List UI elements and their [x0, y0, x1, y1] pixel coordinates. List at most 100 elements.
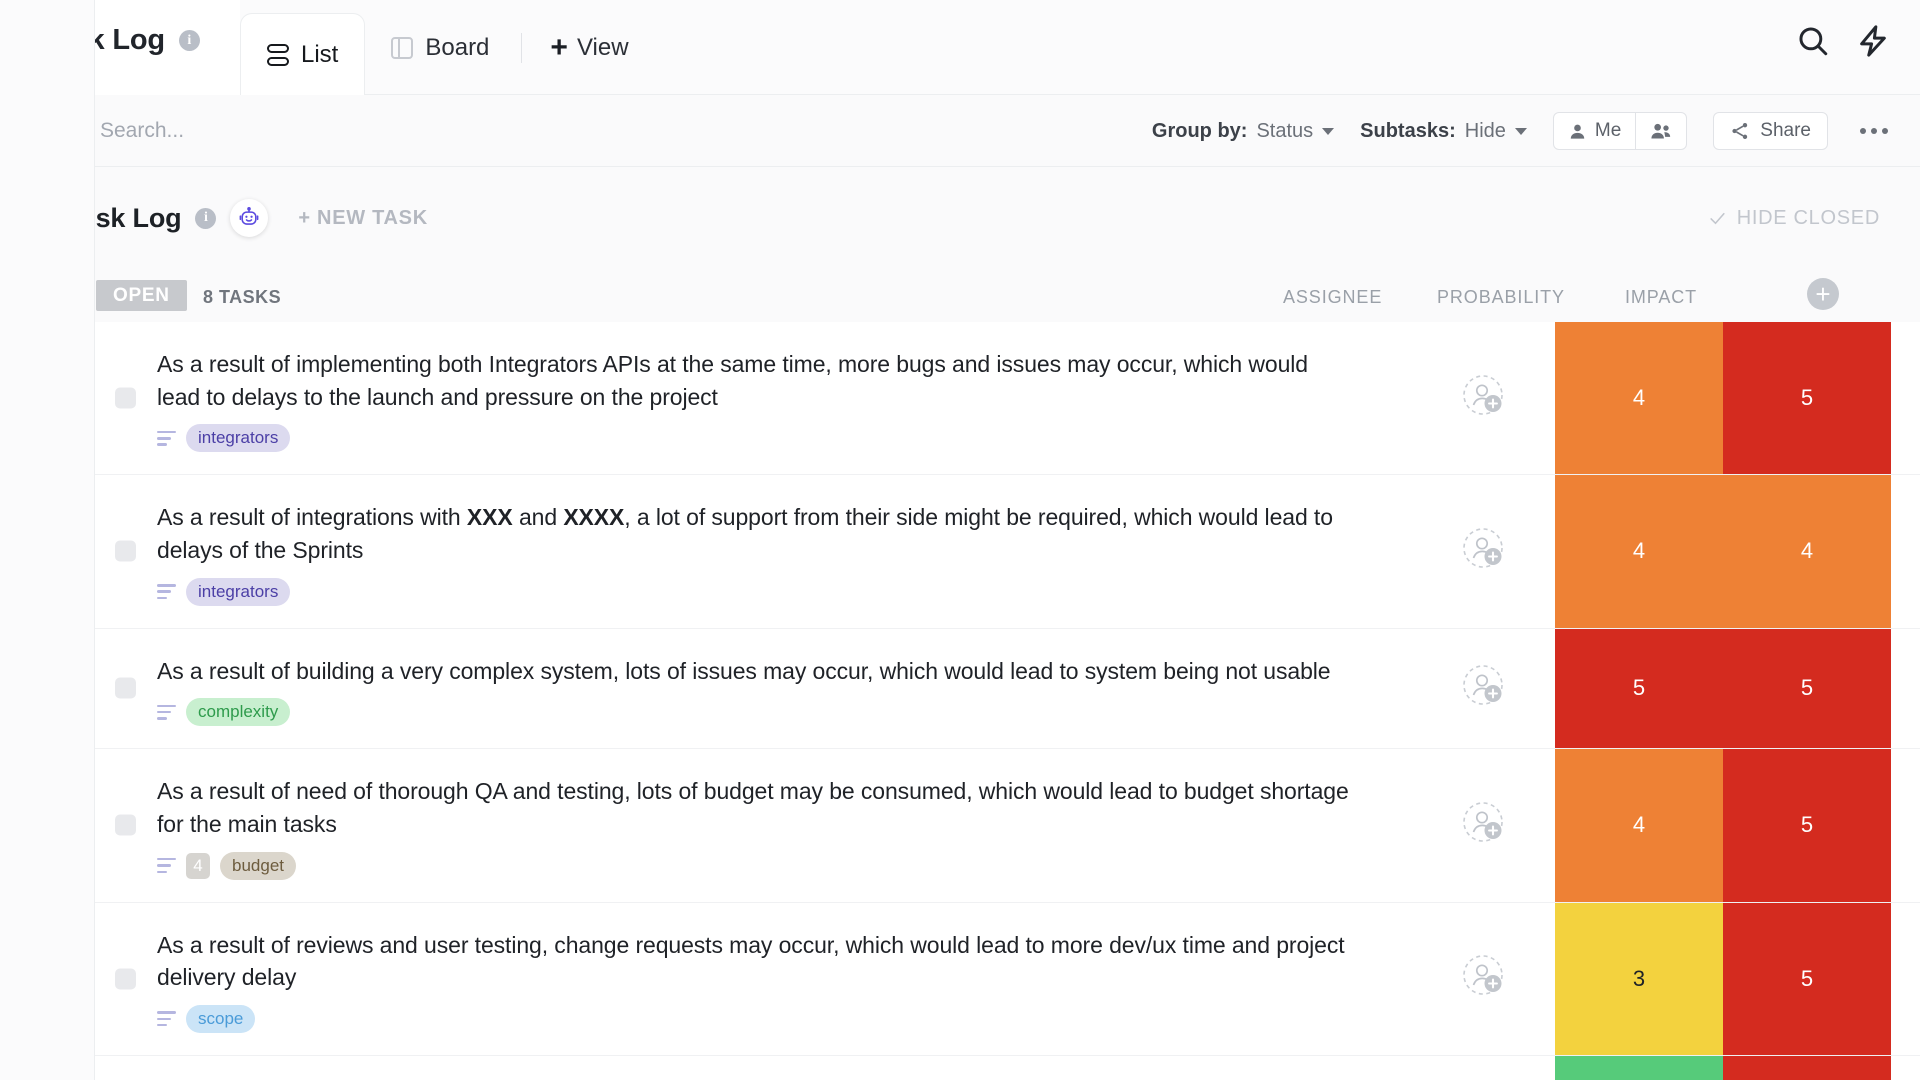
add-column-button[interactable]: +: [1807, 278, 1839, 310]
task-meta: integrators: [157, 578, 1412, 628]
group-header: OPEN 8 TASKS ASSIGNEE PROBABILITY IMPACT: [0, 267, 1920, 322]
row-tail: [1891, 629, 1920, 749]
table-row[interactable]: As a result of integrations with XXX and…: [95, 475, 1920, 628]
info-icon[interactable]: i: [195, 208, 216, 229]
task-checkbox[interactable]: [115, 968, 136, 989]
left-sidebar-rail: [0, 0, 95, 1080]
new-task-button[interactable]: + NEW TASK: [298, 207, 427, 230]
subtask-count-badge[interactable]: 4: [186, 853, 210, 879]
probability-cell[interactable]: 4: [1555, 475, 1723, 627]
task-cell[interactable]: As a result of Migrating all the existin…: [95, 1056, 1412, 1080]
impact-cell[interactable]: 5: [1723, 629, 1891, 749]
info-icon[interactable]: i: [179, 30, 200, 51]
description-icon: [157, 1011, 176, 1026]
lightning-bolt-icon[interactable]: [1856, 24, 1890, 58]
task-checkbox[interactable]: [115, 815, 136, 836]
probability-cell[interactable]: 3: [1555, 903, 1723, 1055]
impact-cell[interactable]: 5: [1723, 322, 1891, 474]
status-badge[interactable]: OPEN: [96, 280, 187, 311]
assignee-cell[interactable]: [1412, 1056, 1555, 1080]
tab-board-label: Board: [425, 34, 489, 62]
table-row[interactable]: As a result of need of thorough QA and t…: [95, 749, 1920, 902]
row-tail: [1891, 475, 1920, 627]
tag-budget[interactable]: budget: [220, 852, 296, 880]
subtasks-value: Hide: [1465, 120, 1506, 143]
share-button[interactable]: Share: [1713, 112, 1828, 150]
tag-integrators[interactable]: integrators: [186, 424, 290, 452]
task-checkbox[interactable]: [115, 388, 136, 409]
impact-cell[interactable]: 5: [1723, 1056, 1891, 1080]
hide-closed-toggle[interactable]: HIDE CLOSED: [1708, 207, 1880, 230]
probability-cell[interactable]: 4: [1555, 322, 1723, 474]
top-bar: Risk Log i List Board + View: [0, 0, 1920, 95]
task-meta: scope: [157, 1005, 1412, 1055]
board-view-icon: [391, 37, 413, 59]
table-row[interactable]: As a result of building a very complex s…: [95, 629, 1920, 750]
impact-cell[interactable]: 4: [1723, 475, 1891, 627]
assignee-cell[interactable]: [1412, 629, 1555, 749]
impact-cell[interactable]: 5: [1723, 749, 1891, 901]
ellipsis-icon[interactable]: [1854, 122, 1894, 140]
task-meta: integrators: [157, 424, 1412, 474]
column-header-assignee[interactable]: ASSIGNEE: [1283, 287, 1382, 308]
column-header-probability[interactable]: PROBABILITY: [1437, 287, 1565, 308]
tab-list-label: List: [301, 41, 338, 69]
probability-cell[interactable]: 5: [1555, 629, 1723, 749]
subtasks-control[interactable]: Subtasks: Hide: [1360, 120, 1527, 143]
tab-divider: [521, 33, 522, 63]
chevron-down-icon: [1515, 128, 1527, 135]
description-icon: [157, 858, 176, 873]
tag-scope[interactable]: scope: [186, 1005, 255, 1033]
task-cell[interactable]: As a result of reviews and user testing,…: [95, 903, 1412, 1055]
people-filter-button[interactable]: [1635, 113, 1686, 149]
task-cell[interactable]: As a result of need of thorough QA and t…: [95, 749, 1412, 901]
search-icon[interactable]: [1796, 24, 1830, 58]
hide-closed-label: HIDE CLOSED: [1737, 207, 1880, 230]
task-cell[interactable]: As a result of integrations with XXX and…: [95, 475, 1412, 627]
task-title: As a result of building a very complex s…: [157, 655, 1357, 688]
assignee-cell[interactable]: [1412, 322, 1555, 474]
list-header: Risk Log i + NEW TASK HIDE CLOSED: [0, 167, 1920, 267]
task-checkbox[interactable]: [115, 541, 136, 562]
task-title: As a result of need of thorough QA and t…: [157, 775, 1357, 840]
tag-integrators[interactable]: integrators: [186, 578, 290, 606]
add-view-button[interactable]: + View: [528, 0, 650, 95]
avatar-add-icon[interactable]: [1462, 664, 1506, 713]
table-row[interactable]: As a result of reviews and user testing,…: [95, 903, 1920, 1056]
task-title: As a result of reviews and user testing,…: [157, 929, 1357, 994]
tab-list[interactable]: List: [240, 13, 365, 95]
tab-board[interactable]: Board: [365, 0, 515, 95]
description-icon: [157, 584, 176, 599]
column-header-impact[interactable]: IMPACT: [1625, 287, 1697, 308]
avatar-add-icon[interactable]: [1462, 527, 1506, 576]
avatar-add-icon[interactable]: [1462, 954, 1506, 1003]
me-filter-button[interactable]: Me: [1554, 113, 1635, 149]
ai-robot-icon[interactable]: [230, 199, 268, 237]
avatar-add-icon[interactable]: [1462, 801, 1506, 850]
table-row[interactable]: As a result of implementing both Integra…: [95, 322, 1920, 475]
task-meta: complexity: [157, 698, 1412, 748]
view-tabs: List Board + View: [240, 0, 651, 95]
task-cell[interactable]: As a result of implementing both Integra…: [95, 322, 1412, 474]
task-cell[interactable]: As a result of building a very complex s…: [95, 629, 1412, 749]
assignee-cell[interactable]: [1412, 903, 1555, 1055]
assignee-cell[interactable]: [1412, 475, 1555, 627]
tag-complexity[interactable]: complexity: [186, 698, 290, 726]
share-label: Share: [1760, 120, 1811, 142]
avatar-add-icon[interactable]: [1462, 374, 1506, 423]
probability-cell[interactable]: 4: [1555, 749, 1723, 901]
task-checkbox[interactable]: [115, 678, 136, 699]
assignee-cell[interactable]: [1412, 749, 1555, 901]
task-list: As a result of implementing both Integra…: [95, 322, 1920, 1080]
group-by-value: Status: [1256, 120, 1313, 143]
task-meta: 4 budget: [157, 852, 1412, 902]
group-by-control[interactable]: Group by: Status: [1152, 120, 1334, 143]
chevron-down-icon: [1322, 128, 1334, 135]
search-input[interactable]: [100, 119, 420, 143]
row-tail: [1891, 903, 1920, 1055]
probability-cell[interactable]: 2: [1555, 1056, 1723, 1080]
add-view-label: View: [577, 34, 629, 62]
impact-cell[interactable]: 5: [1723, 903, 1891, 1055]
row-tail: [1891, 1056, 1920, 1080]
table-row[interactable]: As a result of Migrating all the existin…: [95, 1056, 1920, 1080]
